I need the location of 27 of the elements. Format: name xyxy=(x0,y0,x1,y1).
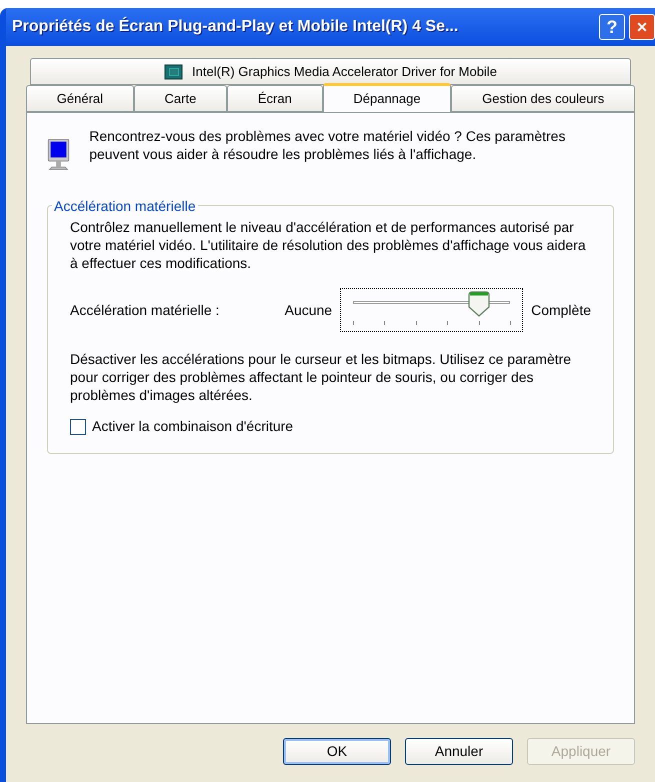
tick-mark xyxy=(384,321,386,325)
slider-thumb[interactable] xyxy=(468,291,490,317)
slider-label: Accélération matérielle : xyxy=(70,300,220,320)
dialog-button[interactable]: Annuler xyxy=(405,738,513,765)
note-text: Désactiver les accélérations pour le curseur et les bitmaps. Utilisez ce paramètre pour corriger des problèmes affectant le pointeur de souris, ou corriger des problèmes d'images altérées. xyxy=(70,350,572,404)
checkbox[interactable] xyxy=(70,418,86,434)
tab[interactable]: Carte xyxy=(134,85,228,112)
max-label: Complète xyxy=(531,300,591,320)
tick-mark xyxy=(478,321,480,325)
close-button[interactable]: × xyxy=(629,14,655,40)
checkbox-label: Activer la combinaison d'écriture xyxy=(92,417,294,436)
tab[interactable]: Gestion des couleurs xyxy=(451,85,636,112)
tick-mark xyxy=(447,321,448,325)
min-label: Aucune xyxy=(284,300,332,320)
tick-mark xyxy=(353,321,354,325)
tab[interactable]: Dépannage xyxy=(322,83,452,112)
help-button[interactable]: ? xyxy=(599,14,625,40)
slider-track[interactable] xyxy=(340,288,524,332)
tick-mark xyxy=(510,321,512,325)
description-text: Contrôlez manuellement le niveau d'accélération et de performances autorisé par votre matériel vidéo. L'utilitaire de résolution des problèmes d'affichage vous aidera à effectuer ces modifications. xyxy=(70,218,587,272)
window-title: Propriétés de Écran Plug-and-Play et Mobile Intel(R) 4 Se... xyxy=(12,16,460,37)
tab[interactable]: Intel(R) Graphics Media Accelerator Driver for Mobile xyxy=(30,58,631,85)
tab[interactable]: Général xyxy=(26,85,134,112)
intro-text: Rencontrez-vous des problèmes avec votre matériel vidéo ? Ces paramètres peuvent vous aider à résoudre les problèmes liés à l'affichage. xyxy=(89,127,566,163)
tab[interactable]: Écran xyxy=(227,85,323,112)
dialog-button[interactable]: OK xyxy=(283,738,391,765)
tick-mark xyxy=(416,321,417,325)
